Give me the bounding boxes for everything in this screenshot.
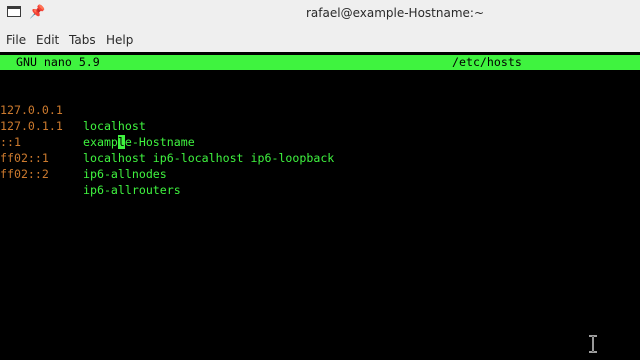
- menu-file[interactable]: File: [6, 33, 26, 47]
- host-names: example-Hostname: [83, 134, 195, 150]
- nano-version: GNU nano 5.9: [16, 55, 100, 69]
- text-cursor-icon: [589, 335, 597, 353]
- menu-help[interactable]: Help: [106, 33, 133, 47]
- hosts-line[interactable]: ff02::1 ip6-allnodes: [0, 134, 167, 181]
- host-names-before-cursor: examp: [83, 135, 118, 149]
- menu-bar: File Edit Tabs Help: [0, 27, 640, 52]
- menu-tabs[interactable]: Tabs: [69, 33, 96, 47]
- text-cursor: l: [117, 135, 125, 149]
- nano-filename: /etc/hosts: [452, 55, 522, 69]
- hosts-line[interactable]: ::1 localhost ip6-localhost ip6-loopback: [0, 118, 334, 165]
- window-title: rafael@example-Hostname:~: [305, 6, 484, 20]
- menu-edit[interactable]: Edit: [36, 33, 59, 47]
- hosts-line[interactable]: 127.0.1.1 example-Hostname: [0, 102, 195, 149]
- terminal-area[interactable]: GNU nano 5.9 /etc/hosts 127.0.0.1 localh…: [0, 52, 640, 360]
- host-names: localhost: [83, 119, 146, 133]
- host-names: ip6-allrouters: [83, 183, 181, 197]
- title-bar[interactable]: 📌 rafael@example-Hostname:~: [0, 0, 640, 27]
- host-names: ip6-allnodes: [83, 167, 167, 181]
- host-names-after-cursor: e-Hostname: [124, 135, 195, 149]
- hosts-line[interactable]: 127.0.0.1 localhost: [0, 86, 146, 133]
- hosts-line[interactable]: ff02::2 ip6-allrouters: [0, 150, 181, 197]
- host-names: localhost ip6-localhost ip6-loopback: [83, 151, 335, 165]
- host-address: ff02::2: [0, 167, 49, 181]
- terminal-window: 📌 rafael@example-Hostname:~ File Edit Ta…: [0, 0, 640, 360]
- nano-title-bar: GNU nano 5.9 /etc/hosts: [0, 55, 640, 70]
